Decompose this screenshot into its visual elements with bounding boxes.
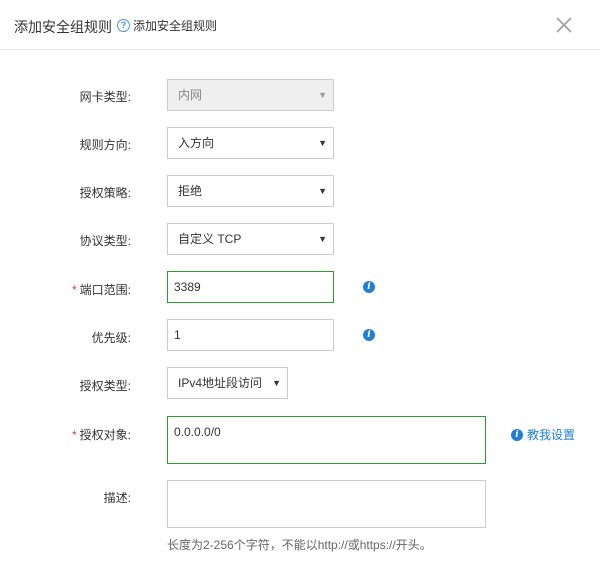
auth-object-textarea[interactable]: 0.0.0.0/0 [167, 416, 486, 464]
auth-type-select[interactable]: IPv4地址段访问 ▼ [167, 367, 288, 399]
required-mark: * [71, 283, 77, 297]
nic-type-label: 网卡类型: [79, 90, 131, 104]
port-range-input[interactable]: 3389 [167, 271, 334, 303]
help-link-text: 添加安全组规则 [133, 19, 218, 33]
required-mark: * [71, 428, 77, 442]
close-icon[interactable] [553, 14, 575, 36]
chevron-down-icon: ▼ [318, 234, 327, 244]
direction-value: 入方向 [178, 136, 215, 150]
chevron-down-icon: ▼ [318, 90, 327, 100]
description-hint: 长度为2-256个字符，不能以http://或https://开头。 [167, 538, 432, 552]
setup-help-link[interactable]: i 教我设置 [511, 426, 575, 443]
description-label: 描述: [103, 491, 131, 505]
protocol-select[interactable]: 自定义 TCP ▼ [167, 223, 334, 255]
auth-type-label: 授权类型: [79, 379, 131, 393]
direction-select[interactable]: 入方向 ▼ [167, 127, 334, 159]
policy-label: 授权策略: [79, 186, 131, 200]
auth-object-label-text: 授权对象: [79, 428, 131, 442]
help-link[interactable]: ? 添加安全组规则 [117, 17, 217, 34]
port-range-label-text: 端口范围: [79, 283, 131, 297]
dialog-title: 添加安全组规则 [14, 19, 112, 35]
help-icon: ? [117, 19, 130, 32]
nic-type-value: 内网 [178, 88, 203, 102]
policy-select[interactable]: 拒绝 ▼ [167, 175, 334, 207]
chevron-down-icon: ▼ [318, 138, 327, 148]
add-security-group-rule-dialog: 添加安全组规则 ? 添加安全组规则 网卡类型: 内网 ▼ 规则方向: 入方向 ▼… [0, 0, 600, 574]
priority-label: 优先级: [91, 331, 131, 345]
info-icon[interactable]: i [363, 281, 375, 293]
info-icon[interactable]: i [363, 329, 375, 341]
port-range-label: * 端口范围: [0, 281, 131, 298]
protocol-value: 自定义 TCP [178, 232, 242, 246]
direction-label: 规则方向: [79, 138, 131, 152]
priority-input[interactable]: 1 [167, 319, 334, 351]
description-textarea[interactable] [167, 480, 486, 528]
chevron-down-icon: ▼ [318, 186, 327, 196]
protocol-label: 协议类型: [79, 234, 131, 248]
auth-type-value: IPv4地址段访问 [178, 376, 263, 390]
info-icon: i [511, 428, 523, 441]
auth-object-label: * 授权对象: [0, 426, 131, 443]
chevron-down-icon: ▼ [272, 378, 281, 388]
nic-type-select: 内网 ▼ [167, 79, 334, 111]
policy-value: 拒绝 [178, 184, 203, 198]
dialog-header: 添加安全组规则 ? 添加安全组规则 [0, 0, 600, 50]
setup-help-link-text: 教我设置 [527, 428, 576, 442]
